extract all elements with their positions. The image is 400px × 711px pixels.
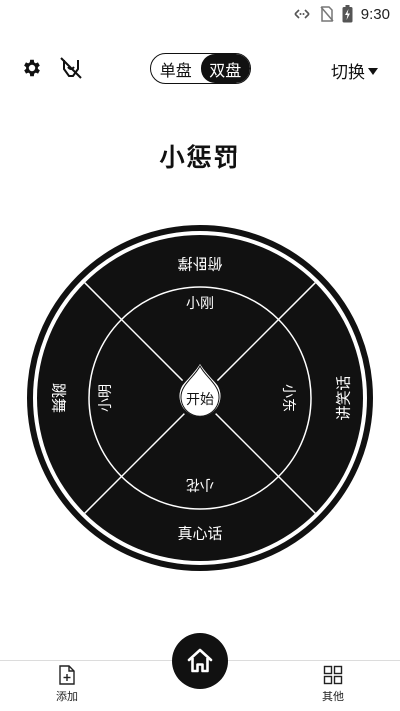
- nav-add-button[interactable]: 添加: [37, 665, 97, 704]
- status-bar: 9:30: [0, 0, 400, 28]
- nav-other-button[interactable]: 其他: [303, 665, 363, 704]
- inner-item-top[interactable]: 小刚: [186, 296, 214, 312]
- outer-item-left[interactable]: 跳舞: [50, 383, 68, 413]
- start-button[interactable]: 开始: [176, 357, 224, 420]
- add-file-icon: [59, 665, 75, 685]
- status-time: 9:30: [360, 5, 390, 23]
- gear-icon[interactable]: [21, 57, 43, 79]
- outer-item-bottom[interactable]: 真心话: [177, 525, 222, 543]
- outer-item-right[interactable]: 讲笑话: [335, 375, 353, 420]
- mode-single-button[interactable]: 单盘: [151, 54, 201, 83]
- start-label: 开始: [186, 392, 214, 408]
- top-toolbar: 单盘 双盘 切换: [0, 50, 400, 86]
- data-transfer-icon: [294, 9, 310, 19]
- no-sim-icon: [320, 6, 334, 22]
- page-title: 小惩罚: [159, 143, 241, 172]
- nav-other-label: 其他: [322, 690, 344, 703]
- spin-wheel: 俯卧撑 讲笑话 真心话 跳舞 小刚 小东 小花 小明 开始: [27, 225, 373, 571]
- nav-add-label: 添加: [56, 690, 78, 703]
- caret-down-icon: [368, 68, 378, 75]
- mode-double-button[interactable]: 双盘: [200, 54, 250, 83]
- home-icon: [187, 648, 213, 673]
- switch-dropdown[interactable]: 切换: [331, 58, 378, 83]
- grid-icon: [323, 665, 343, 685]
- battery-charging-icon: [342, 5, 353, 23]
- inner-item-right[interactable]: 小东: [280, 384, 296, 412]
- outer-item-top[interactable]: 俯卧撑: [177, 255, 222, 273]
- home-button[interactable]: [172, 633, 228, 689]
- inner-item-bottom[interactable]: 小花: [186, 476, 214, 492]
- mode-toggle: 单盘 双盘: [150, 53, 251, 84]
- inner-item-left[interactable]: 小明: [98, 384, 114, 412]
- sound-off-icon[interactable]: [58, 55, 84, 81]
- switch-label: 切换: [331, 63, 365, 83]
